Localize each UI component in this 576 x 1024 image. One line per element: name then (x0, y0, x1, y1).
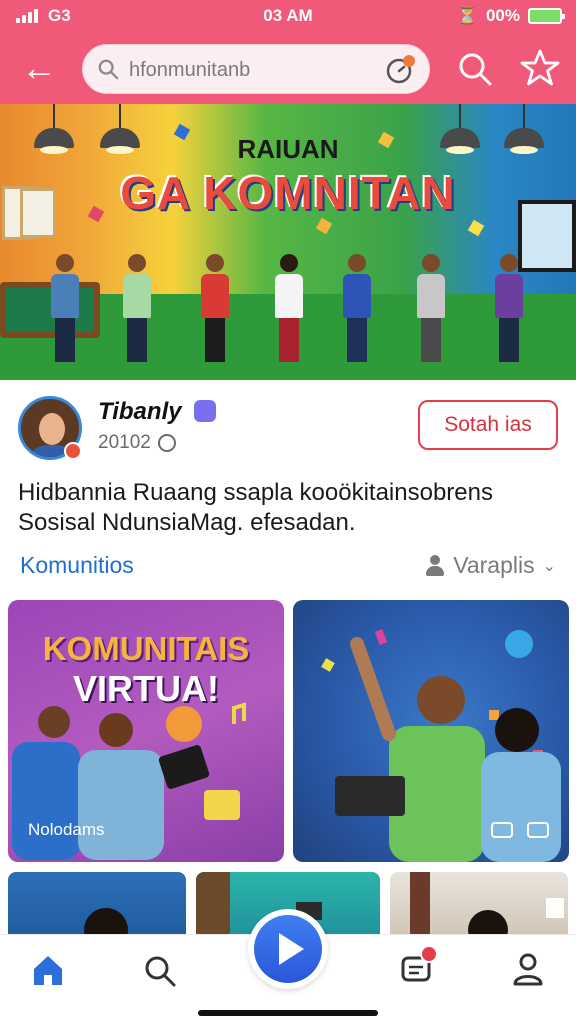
sort-dropdown[interactable]: Varaplis ⌄ (425, 552, 556, 579)
star-outline-icon[interactable] (520, 48, 560, 88)
hero-title-line2: GA KOMNITAN (120, 167, 456, 219)
profile-name: Tibanly (98, 398, 182, 425)
follow-button[interactable]: Sotah ias (418, 400, 558, 450)
smile-icon (158, 434, 176, 452)
sort-label: Varaplis (453, 552, 535, 578)
notification-badge (420, 945, 438, 963)
robot-badge-icon (194, 400, 216, 422)
hero-banner[interactable]: RAIUAN GA KOMNITAN (0, 104, 576, 380)
battery-icon (528, 8, 565, 24)
search-input[interactable]: hfonmunitanb (82, 44, 430, 94)
community-card-preview[interactable] (8, 872, 186, 942)
community-card[interactable]: KOMUNITAIS VIRTUA! Nolodams (8, 600, 284, 862)
home-indicator (198, 1010, 378, 1016)
community-card-preview[interactable] (390, 872, 568, 942)
tab-communities[interactable]: Komunitios (20, 552, 134, 579)
hero-title-line1: RAIUAN (237, 134, 339, 164)
home-icon[interactable] (30, 953, 66, 987)
person-figure (494, 254, 524, 362)
battery-percent: 00% (485, 6, 520, 25)
header-search-icon[interactable] (456, 50, 494, 88)
person-figure (274, 254, 304, 362)
avatar-badge-icon (64, 442, 82, 460)
community-card[interactable] (293, 600, 569, 862)
person-figure (50, 254, 80, 362)
status-bar: G3 03 AM ⏳ 00% (0, 0, 576, 32)
alarm-icon: ⏳ (456, 6, 478, 25)
play-icon (279, 933, 304, 965)
user-icon (425, 554, 445, 577)
app-header: G3 03 AM ⏳ 00% ← hfonmunitanb (0, 0, 576, 104)
card-caption: Nolodams (28, 820, 105, 839)
play-button[interactable] (248, 909, 328, 989)
stopwatch-icon[interactable] (385, 55, 415, 85)
wall-tv (518, 200, 576, 272)
profile-id: 20102 (98, 432, 151, 453)
chevron-down-icon: ⌄ (542, 557, 556, 575)
person-figure (342, 254, 372, 362)
search-placeholder: hfonmunitanb (129, 59, 251, 81)
person-figure (122, 254, 152, 362)
profile-icon[interactable] (510, 951, 546, 987)
magnifier-icon (98, 59, 119, 80)
share-icon[interactable] (491, 822, 513, 838)
bookmark-icon[interactable] (527, 822, 549, 838)
person-figure (416, 254, 446, 362)
arrow-left-icon[interactable]: ← (18, 48, 60, 90)
search-icon[interactable] (142, 953, 178, 989)
community-description: Hidbannia Ruaang ssapla kooökitainsobren… (18, 479, 493, 536)
person-figure (200, 254, 230, 362)
